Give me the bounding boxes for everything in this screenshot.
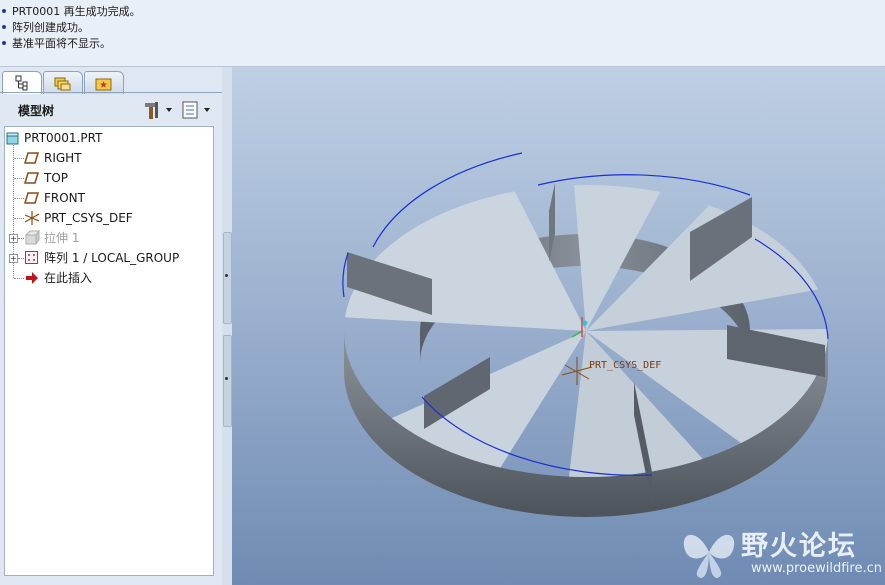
- tree-item-label: TOP: [44, 171, 69, 185]
- butterfly-logo-icon: [683, 534, 735, 578]
- settings-tools-icon: [145, 102, 172, 119]
- tree-connector: [14, 218, 24, 219]
- tree-item-root[interactable]: PRT0001.PRT: [5, 128, 211, 148]
- message-bullet-icon: [2, 25, 6, 29]
- tree-item-label: FRONT: [44, 191, 85, 205]
- tree-connector: [14, 178, 24, 179]
- message-bullet-icon: [2, 41, 6, 45]
- tree-connector: [14, 198, 24, 199]
- datum-plane-icon: [24, 152, 40, 164]
- sash-handle-upper[interactable]: [223, 232, 232, 324]
- folder-browser-icon: [54, 77, 71, 91]
- navigator-tabs: [0, 69, 222, 94]
- model-tree: PRT0001.PRT RIGHT TOP FRONT PRT_CSYS_DEF…: [4, 126, 214, 576]
- tab-favorites[interactable]: [84, 71, 124, 94]
- tree-item-right[interactable]: RIGHT: [5, 148, 211, 168]
- message-text: 阵列创建成功。: [12, 21, 89, 34]
- tree-item-label: PRT0001.PRT: [24, 131, 103, 145]
- tree-item-insert-here[interactable]: 在此插入: [5, 268, 211, 288]
- tree-show-button[interactable]: [181, 100, 215, 120]
- tree-settings-button[interactable]: [142, 100, 176, 120]
- expand-icon[interactable]: +: [9, 254, 18, 263]
- tab-model-tree[interactable]: [2, 71, 42, 94]
- favorites-icon: [95, 78, 112, 91]
- tree-header: 模型树: [0, 95, 222, 123]
- tree-item-label: 阵列 1 / LOCAL_GROUP: [44, 251, 180, 265]
- datum-plane-icon: [24, 172, 40, 184]
- tab-divider: [0, 92, 222, 93]
- part-model-graphic[interactable]: [232, 67, 885, 585]
- message-area: PRT0001 再生成功完成。 阵列创建成功。 基准平面将不显示。: [0, 0, 885, 67]
- forum-watermark: 野火论坛 www.proewildfire.cn: [675, 520, 885, 585]
- insert-arrow-icon: [26, 272, 38, 284]
- model-tree-icon: [15, 75, 28, 91]
- message-line: PRT0001 再生成功完成。: [0, 4, 141, 20]
- navigator-panel: 模型树 PRT0001.PRT RIGHT TOP FRONT PRT_CSYS…: [0, 67, 223, 585]
- tab-folder-browser[interactable]: [43, 71, 83, 94]
- sash-handle-lower[interactable]: [223, 335, 232, 427]
- sash-grip-icon: [225, 377, 228, 380]
- expand-icon[interactable]: +: [9, 234, 18, 243]
- message-text: PRT0001 再生成功完成。: [12, 5, 141, 18]
- pattern-icon: [25, 251, 38, 264]
- tree-item-label: PRT_CSYS_DEF: [44, 211, 133, 225]
- csys-label: PRT_CSYS_DEF: [589, 360, 662, 371]
- tree-item-csys[interactable]: PRT_CSYS_DEF: [5, 208, 211, 228]
- tree-title: 模型树: [18, 104, 55, 118]
- watermark-title: 野火论坛: [741, 531, 857, 562]
- graphics-viewport[interactable]: PRT_CSYS_DEF 野火论坛 www.proewildfire.cn: [232, 67, 885, 585]
- tree-item-top[interactable]: TOP: [5, 168, 211, 188]
- message-line: 基准平面将不显示。: [0, 36, 111, 52]
- part-icon: [6, 132, 19, 145]
- datum-plane-icon: [24, 192, 40, 204]
- extrude-icon: [24, 230, 40, 246]
- tree-item-label: RIGHT: [44, 151, 82, 165]
- tree-connector: [14, 278, 24, 279]
- tree-item-label: 在此插入: [44, 271, 93, 285]
- tree-item-label: 拉伸 1: [44, 231, 80, 245]
- message-text: 基准平面将不显示。: [12, 37, 111, 50]
- tree-item-front[interactable]: FRONT: [5, 188, 211, 208]
- model-top-face: [343, 184, 828, 478]
- tree-item-pattern[interactable]: + 阵列 1 / LOCAL_GROUP: [5, 248, 211, 268]
- show-list-icon: [182, 101, 210, 119]
- tree-item-extrude[interactable]: + 拉伸 1: [5, 228, 211, 248]
- panel-sash[interactable]: [222, 67, 232, 585]
- watermark-url: www.proewildfire.cn: [751, 561, 882, 576]
- tree-connector: [14, 158, 24, 159]
- sash-grip-icon: [225, 274, 228, 277]
- message-line: 阵列创建成功。: [0, 20, 89, 36]
- message-bullet-icon: [2, 9, 6, 13]
- csys-icon: [24, 211, 40, 225]
